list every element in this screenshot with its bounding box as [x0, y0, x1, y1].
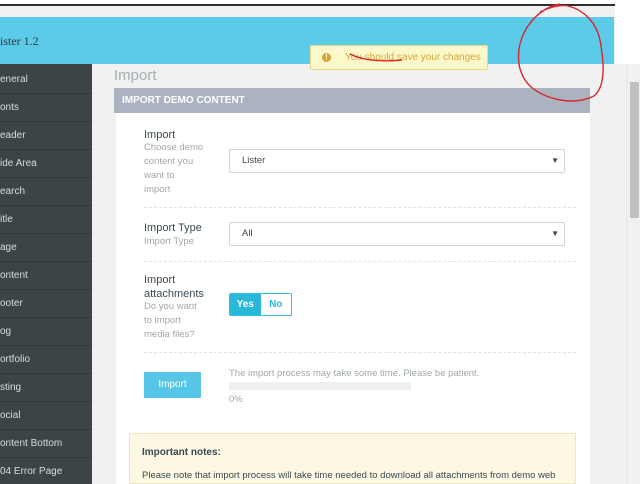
- import-attachments-description-line: to import: [144, 315, 181, 326]
- caret-down-icon: ▼: [551, 156, 559, 165]
- sidebar-item-portfolio[interactable]: ortfolio: [0, 346, 92, 374]
- browser-corner: [615, 0, 640, 64]
- section-header: IMPORT DEMO CONTENT: [114, 88, 590, 113]
- sidebar-item-label: ortfolio: [0, 354, 31, 365]
- unsaved-changes-notice: ! You should save your changes: [310, 45, 488, 70]
- sidebar-item-label: og: [0, 326, 12, 337]
- sidebar-item-label: itle: [0, 214, 13, 225]
- demo-content-value: Lister: [242, 155, 266, 166]
- import-type-value: All: [242, 228, 253, 239]
- import-attachments-toggle: Yes No: [229, 293, 292, 316]
- sidebar-item-footer[interactable]: ooter: [0, 290, 92, 318]
- sidebar-item-label: sting: [0, 382, 22, 393]
- sidebar-item-label: ocial: [0, 410, 21, 421]
- sidebar-item-label: earch: [0, 186, 26, 197]
- options-sidebar: eneral onts eader ide Area earch itle ag…: [0, 64, 92, 484]
- sidebar-item-title[interactable]: itle: [0, 206, 92, 234]
- import-patience-message: The import process may take some time. P…: [229, 368, 480, 379]
- import-attachments-description-line: Do you want: [144, 301, 197, 312]
- sidebar-item-fonts[interactable]: onts: [0, 94, 92, 122]
- sidebar-item-label: 04 Error Page: [0, 466, 63, 477]
- import-attachments-label: Import attachments: [144, 273, 204, 301]
- sidebar-item-404-error-page[interactable]: 04 Error Page: [0, 458, 92, 484]
- import-description-line: want to: [144, 170, 175, 181]
- field-divider: [144, 207, 576, 208]
- import-description-line: Choose demo: [144, 142, 204, 153]
- sidebar-item-blog[interactable]: og: [0, 318, 92, 346]
- sidebar-item-header[interactable]: eader: [0, 122, 92, 150]
- sidebar-item-label: eader: [0, 130, 26, 141]
- import-label: Import: [144, 129, 176, 141]
- import-description-line: import: [144, 184, 171, 195]
- notice-text: You should save your changes: [345, 52, 481, 63]
- sidebar-item-social[interactable]: ocial: [0, 402, 92, 430]
- sidebar-item-search[interactable]: earch: [0, 178, 92, 206]
- import-attachments-description: Do you want to import media files?: [144, 300, 214, 342]
- page-title: Import: [114, 67, 157, 84]
- sidebar-item-listing[interactable]: sting: [0, 374, 92, 402]
- sidebar-item-label: ontent Bottom: [0, 438, 63, 449]
- sidebar-item-label: eneral: [0, 74, 28, 85]
- import-type-label: Import Type: [144, 222, 202, 234]
- import-button[interactable]: Import: [144, 372, 201, 398]
- sidebar-item-label: ooter: [0, 298, 23, 309]
- sidebar-item-general[interactable]: eneral: [0, 66, 92, 94]
- sidebar-item-side-area[interactable]: ide Area: [0, 150, 92, 178]
- import-type-description: Import Type: [144, 236, 194, 247]
- sidebar-item-content-bottom[interactable]: ontent Bottom: [0, 430, 92, 458]
- notes-title: Important notes:: [142, 447, 221, 458]
- import-attachments-description-line: media files?: [144, 329, 195, 340]
- import-attachments-label-line: attachments: [144, 288, 204, 300]
- field-divider: [144, 261, 576, 262]
- main-gutter: [92, 64, 114, 484]
- scrollbar-thumb[interactable]: [630, 82, 639, 218]
- notes-body: Please note that import process will tak…: [142, 470, 556, 481]
- browser-top-edge: [0, 0, 615, 6]
- exclamation-icon: !: [322, 53, 331, 62]
- import-type-select[interactable]: All ▼: [229, 222, 565, 246]
- toggle-yes-button[interactable]: Yes: [230, 294, 261, 315]
- import-description-line: content you: [144, 156, 194, 167]
- import-progress-bar: [229, 382, 411, 390]
- toggle-no-button[interactable]: No: [261, 294, 292, 315]
- app-window: ister 1.2 ! You should save your changes…: [0, 0, 640, 484]
- import-attachments-label-line: Import: [144, 274, 176, 286]
- sidebar-item-label: age: [0, 242, 17, 253]
- sidebar-item-label: ontent: [0, 270, 28, 281]
- import-progress-text: 0%: [229, 394, 243, 405]
- sidebar-item-label: onts: [0, 102, 19, 113]
- sidebar-item-content[interactable]: ontent: [0, 262, 92, 290]
- import-description: Choose demo content you want to import: [144, 141, 214, 197]
- demo-content-select[interactable]: Lister ▼: [229, 149, 565, 173]
- sidebar-item-label: ide Area: [0, 158, 37, 169]
- important-notes-box: Important notes: Please note that import…: [129, 433, 576, 484]
- page-scrollbar[interactable]: [626, 64, 640, 484]
- sidebar-item-page[interactable]: age: [0, 234, 92, 262]
- theme-brand: ister 1.2: [0, 34, 39, 48]
- options-header: ister 1.2 ! You should save your changes: [0, 17, 614, 70]
- caret-down-icon: ▼: [551, 229, 559, 238]
- field-divider: [144, 352, 576, 353]
